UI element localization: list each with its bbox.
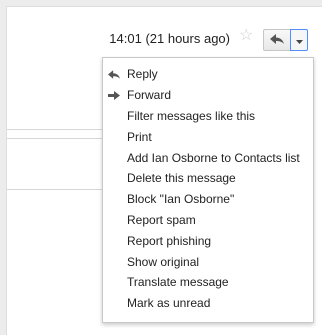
menu-item-print[interactable]: Print — [103, 126, 313, 147]
menu-item-label: Report spam — [127, 212, 196, 227]
menu-item-label: Block "Ian Osborne" — [127, 192, 235, 207]
more-actions-menu: Reply Forward Filter messages like this … — [102, 57, 314, 323]
menu-item-delete[interactable]: Delete this message — [103, 168, 313, 189]
divider — [7, 189, 102, 190]
menu-item-label: Add Ian Osborne to Contacts list — [127, 150, 300, 165]
menu-item-label: Delete this message — [127, 171, 236, 186]
more-actions-dropdown-button[interactable] — [290, 29, 308, 51]
menu-item-add-contact[interactable]: Add Ian Osborne to Contacts list — [103, 147, 313, 168]
reply-arrow-icon — [270, 31, 284, 49]
menu-item-filter-messages[interactable]: Filter messages like this — [103, 106, 313, 127]
menu-item-report-spam[interactable]: Report spam — [103, 210, 313, 231]
menu-item-reply[interactable]: Reply — [103, 64, 313, 85]
menu-item-label: Show original — [127, 254, 200, 269]
menu-item-mark-unread[interactable]: Mark as unread — [103, 293, 313, 314]
email-panel: 14:01 (21 hours ago) ☆ Reply Forward Fil… — [6, 6, 322, 335]
menu-item-label: Filter messages like this — [127, 108, 256, 123]
menu-item-label: Translate message — [127, 275, 229, 290]
star-icon[interactable]: ☆ — [239, 28, 253, 44]
menu-item-forward[interactable]: Forward — [103, 85, 313, 106]
divider — [7, 129, 102, 130]
menu-item-report-phishing[interactable]: Report phishing — [103, 230, 313, 251]
menu-item-translate[interactable]: Translate message — [103, 272, 313, 293]
forward-arrow-icon — [108, 89, 120, 101]
menu-item-block-sender[interactable]: Block "Ian Osborne" — [103, 189, 313, 210]
menu-item-show-original[interactable]: Show original — [103, 251, 313, 272]
menu-item-label: Report phishing — [127, 233, 212, 248]
menu-item-label: Forward — [127, 88, 172, 103]
caret-down-icon — [295, 31, 303, 49]
reply-arrow-icon — [108, 68, 120, 80]
menu-item-label: Print — [127, 129, 152, 144]
message-timestamp: 14:01 (21 hours ago) — [109, 31, 230, 46]
divider — [7, 138, 102, 139]
reply-button[interactable] — [263, 29, 290, 51]
menu-item-label: Reply — [127, 67, 158, 82]
menu-item-label: Mark as unread — [127, 296, 211, 311]
